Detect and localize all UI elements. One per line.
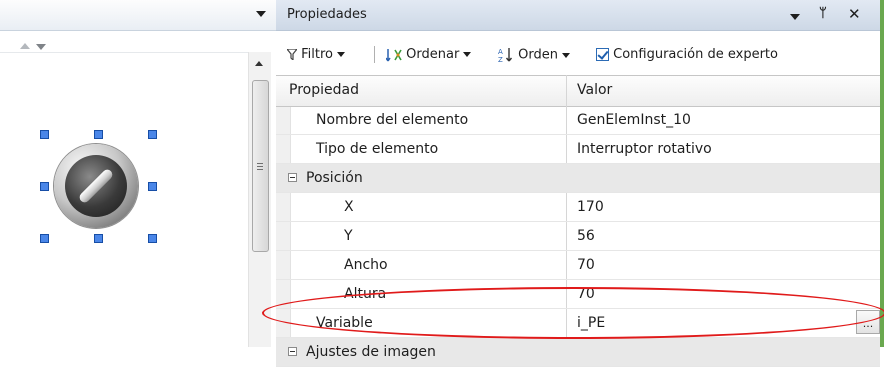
order-dropdown-icon bbox=[561, 52, 570, 58]
grid-header: Propiedad Valor bbox=[276, 75, 880, 107]
property-value[interactable]: 56 bbox=[577, 228, 595, 244]
property-value[interactable]: 170 bbox=[577, 199, 604, 215]
property-value[interactable]: GenElemInst_10 bbox=[577, 112, 691, 128]
panel-border bbox=[880, 0, 884, 347]
svg-text:A: A bbox=[498, 48, 503, 56]
category-name: Ajustes de imagen bbox=[306, 344, 436, 360]
sort-icon bbox=[386, 48, 402, 61]
scrollbar-grip-icon bbox=[257, 163, 263, 164]
vertical-scrollbar[interactable] bbox=[248, 52, 271, 347]
property-name: Y bbox=[344, 228, 353, 244]
filter-dropdown-icon bbox=[337, 52, 346, 57]
property-name: Tipo de elemento bbox=[316, 141, 439, 157]
table-row[interactable]: X 170 bbox=[276, 193, 880, 222]
toolbar-separator bbox=[374, 46, 375, 63]
sort-label: Ordenar bbox=[406, 47, 460, 62]
close-icon[interactable]: ✕ bbox=[848, 5, 861, 23]
property-name: Ancho bbox=[344, 257, 388, 273]
selection-handle-top-right[interactable] bbox=[148, 130, 157, 139]
table-row[interactable]: Ancho 70 bbox=[276, 251, 880, 280]
category-row-position[interactable]: Posición bbox=[276, 164, 880, 193]
scroll-up-arrow-icon[interactable] bbox=[255, 61, 263, 66]
property-name: Nombre del elemento bbox=[316, 112, 469, 128]
filter-button[interactable]: Filtro bbox=[287, 47, 346, 62]
filter-label: Filtro bbox=[301, 47, 334, 62]
property-name: Variable bbox=[316, 315, 373, 331]
expert-settings-label: Configuración de experto bbox=[613, 47, 778, 62]
category-row-image-settings[interactable]: Ajustes de imagen bbox=[276, 338, 880, 367]
checkbox-checked-icon[interactable] bbox=[596, 48, 609, 61]
property-name: X bbox=[344, 199, 354, 215]
rotary-knob-indicator bbox=[77, 167, 115, 205]
window-menu-icon[interactable] bbox=[790, 14, 800, 20]
scroll-up-triangle-icon[interactable] bbox=[20, 43, 30, 49]
panel-title: Propiedades bbox=[287, 7, 367, 22]
table-row[interactable]: Nombre del elemento GenElemInst_10 bbox=[276, 106, 880, 135]
rotary-knob-face bbox=[65, 155, 127, 217]
sort-dropdown-icon bbox=[463, 52, 472, 57]
column-header-property[interactable]: Propiedad bbox=[289, 82, 359, 98]
property-grid: Propiedad Valor Nombre del elemento GenE… bbox=[276, 75, 880, 367]
collapse-minus-icon[interactable] bbox=[288, 173, 297, 182]
properties-toolbar: Filtro Ordenar A Z Orden Configuración d… bbox=[276, 31, 880, 75]
rotary-switch-element[interactable] bbox=[40, 130, 158, 244]
category-name: Posición bbox=[306, 170, 363, 186]
design-canvas-pane bbox=[0, 0, 276, 347]
canvas-dropdown-icon[interactable] bbox=[256, 11, 266, 17]
selection-handle-bottom-left[interactable] bbox=[40, 234, 49, 243]
table-row[interactable]: Y 56 bbox=[276, 222, 880, 251]
property-value[interactable]: 70 bbox=[577, 286, 595, 302]
expert-settings-toggle[interactable]: Configuración de experto bbox=[596, 47, 778, 62]
selection-handle-left[interactable] bbox=[40, 182, 49, 191]
rotary-knob-icon bbox=[54, 144, 138, 228]
table-row[interactable]: Altura 70 bbox=[276, 280, 880, 309]
selection-handle-bottom-right[interactable] bbox=[148, 234, 157, 243]
filter-icon bbox=[287, 49, 297, 60]
column-header-value[interactable]: Valor bbox=[577, 82, 612, 98]
order-label: Orden bbox=[518, 47, 558, 63]
browse-variable-button[interactable]: ... bbox=[856, 310, 880, 334]
az-order-icon: A Z bbox=[498, 48, 513, 63]
svg-text:Z: Z bbox=[498, 56, 503, 63]
selection-handle-right[interactable] bbox=[148, 182, 157, 191]
selection-handle-bottom[interactable] bbox=[94, 234, 103, 243]
order-button[interactable]: A Z Orden bbox=[498, 47, 570, 63]
pin-icon[interactable]: ᛘ bbox=[819, 6, 827, 21]
property-name: Altura bbox=[344, 286, 387, 302]
property-value[interactable]: 70 bbox=[577, 257, 595, 273]
canvas-header bbox=[0, 0, 276, 31]
table-row[interactable]: Tipo de elemento Interruptor rotativo bbox=[276, 135, 880, 164]
divider bbox=[0, 52, 248, 53]
property-value[interactable]: i_PE bbox=[577, 315, 605, 331]
properties-panel: Propiedades ᛘ ✕ Filtro Ordenar A Z Orden… bbox=[276, 0, 880, 367]
selection-handle-top-left[interactable] bbox=[40, 130, 49, 139]
properties-title-bar: Propiedades ᛘ ✕ bbox=[276, 0, 880, 31]
selection-handle-top[interactable] bbox=[94, 130, 103, 139]
sort-button[interactable]: Ordenar bbox=[386, 47, 472, 62]
collapse-minus-icon[interactable] bbox=[288, 347, 297, 356]
scroll-down-triangle-icon[interactable] bbox=[36, 44, 46, 50]
property-value[interactable]: Interruptor rotativo bbox=[577, 141, 712, 157]
table-row-variable[interactable]: Variable i_PE ... bbox=[276, 309, 880, 338]
scrollbar-thumb[interactable] bbox=[252, 80, 269, 252]
